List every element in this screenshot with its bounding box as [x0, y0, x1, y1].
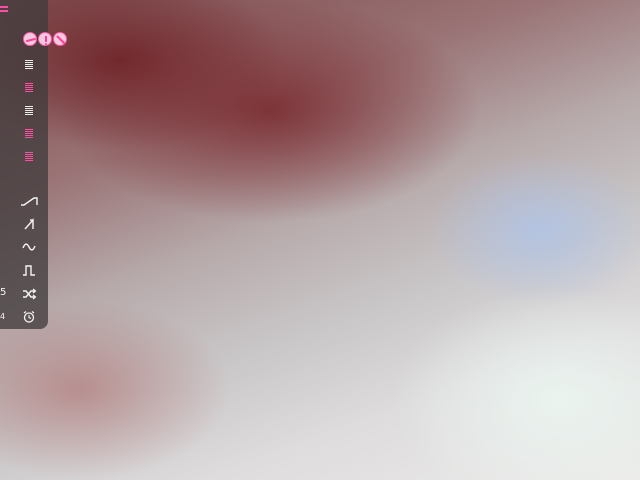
ramp-wave-icon[interactable] [20, 194, 38, 208]
toolbar-panel [0, 0, 48, 329]
left-label-b: 4 [0, 312, 6, 321]
left-label-a: 5 [0, 287, 7, 298]
level-strip-3[interactable] [25, 106, 33, 116]
minus-circle-icon[interactable] [23, 32, 37, 46]
alarm-clock-icon[interactable] [20, 310, 38, 324]
level-strip-5[interactable] [25, 152, 33, 162]
slash-circle-icon[interactable] [53, 32, 67, 46]
level-strip-2[interactable] [25, 83, 33, 93]
level-strip-4[interactable] [25, 129, 33, 139]
square-wave-icon[interactable] [20, 263, 38, 277]
level-strip-1[interactable] [25, 60, 33, 70]
hamburger-menu-icon[interactable] [0, 4, 8, 18]
random-shuffle-icon[interactable] [20, 287, 38, 301]
sine-wave-icon[interactable] [20, 240, 38, 254]
info-circle-icon[interactable] [38, 32, 52, 46]
sawtooth-wave-icon[interactable] [20, 217, 38, 231]
